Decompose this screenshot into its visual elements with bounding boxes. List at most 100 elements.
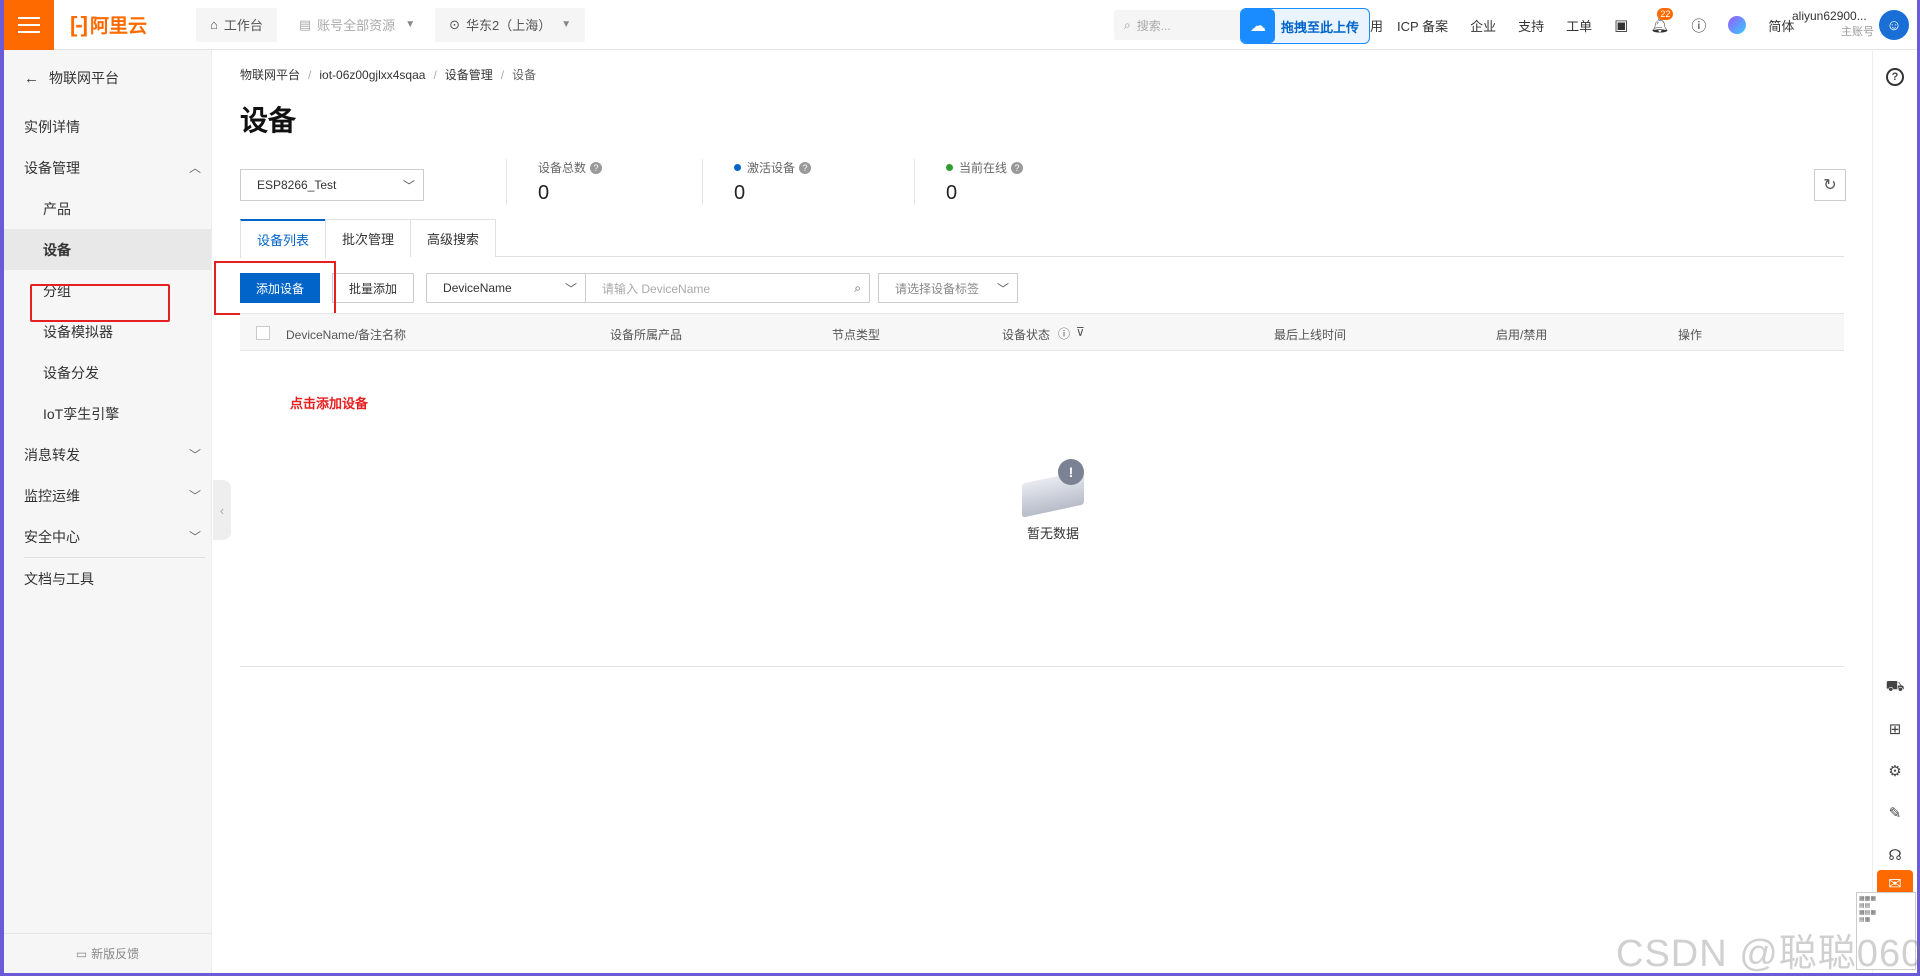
stat-activated: 激活设备? 0	[702, 159, 812, 207]
annotation-click-add: 点击添加设备	[290, 396, 369, 411]
stats-row: ESP8266_Test ﹀ 设备总数? 0 激活设备? 0 当前在线? 0 ↻	[240, 159, 1846, 219]
account-info[interactable]: aliyun62900... 主账号	[1792, 8, 1874, 40]
filter-icon[interactable]: ⊽	[1076, 325, 1085, 339]
sidebar-item-twin-engine[interactable]: IoT孪生引擎	[4, 393, 211, 434]
highlight-box-add-device	[214, 261, 336, 315]
headset-icon[interactable]: ☊	[1885, 846, 1905, 864]
sidebar-item-distribution[interactable]: 设备分发	[4, 352, 211, 393]
sidebar-item-security[interactable]: 安全中心 ﹀	[4, 516, 211, 557]
stat-total: 设备总数? 0	[506, 159, 603, 207]
page-title: 设备	[240, 105, 297, 136]
table-body: 点击添加设备 ! 暂无数据	[240, 351, 1844, 667]
empty-box-icon: !	[1018, 459, 1088, 518]
workbench-button[interactable]: ⌂ 工作台	[196, 7, 277, 42]
select-all-checkbox[interactable]	[256, 326, 270, 340]
sidebar-item-device[interactable]: 设备	[4, 229, 211, 270]
refresh-button[interactable]: ↻	[1814, 169, 1846, 201]
chevron-down-icon: ▼	[561, 19, 572, 30]
region-selector[interactable]: ⊙ 华东2（上海） ▼	[435, 7, 586, 42]
chevron-down-icon: ﹀	[188, 489, 201, 503]
device-toolbar: 添加设备 批量添加 DeviceName ﹀ 请输入 DeviceName ⌕ …	[214, 261, 1844, 315]
edit-icon[interactable]: ✎	[1885, 804, 1905, 822]
chevron-down-icon: ﹀	[402, 178, 415, 193]
column-header: 操作	[1678, 328, 1703, 342]
question-icon[interactable]: ?	[799, 161, 812, 174]
right-rail: ? ⛟ ⊞ ⚙ ✎ ☊ ✉	[1872, 50, 1917, 973]
link-icp[interactable]: ICP 备案	[1397, 16, 1448, 35]
breadcrumb-item[interactable]: iot-06z00gjlxx4sqaa	[319, 68, 425, 82]
link-support[interactable]: 支持	[1518, 16, 1544, 35]
chevron-down-icon: ▼	[405, 19, 416, 30]
watermark: CSDN @聪聪0606	[1616, 933, 1920, 975]
status-dot-icon	[946, 164, 953, 171]
sidebar-item-monitoring[interactable]: 监控运维 ﹀	[4, 475, 211, 516]
main-content: 物联网平台 / iot-06z00gjlxx4sqaa / 设备管理 / 设备 设备 …	[214, 50, 1846, 667]
sidebar-item-docs-tools[interactable]: 文档与工具	[4, 558, 211, 599]
refresh-icon: ↻	[1823, 177, 1837, 194]
search-input[interactable]: ⌕ 搜索...	[1114, 10, 1244, 40]
terminal-icon[interactable]: ▣	[1614, 16, 1628, 34]
logo-mark: [-]	[70, 11, 88, 37]
status-dot-icon	[734, 164, 741, 171]
drag-upload-button[interactable]: ☁ 拖拽至此上传	[1240, 8, 1370, 44]
ai-assistant-icon[interactable]	[1728, 16, 1747, 34]
highlight-box-device	[30, 284, 170, 322]
help-icon[interactable]: ⓘ	[1691, 15, 1706, 36]
question-icon[interactable]: ⓘ	[1058, 325, 1070, 342]
arrow-left-icon: ←	[24, 69, 39, 87]
batch-add-button[interactable]: 批量添加	[332, 273, 415, 303]
list-icon: ▤	[298, 16, 312, 32]
tab-advanced-search[interactable]: 高级搜索	[410, 219, 497, 257]
sidebar-item-device-management[interactable]: 设备管理 ︿	[4, 147, 211, 188]
chevron-down-icon: ﹀	[997, 281, 1010, 296]
column-header: DeviceName/备注名称	[286, 328, 407, 342]
filter-field-select[interactable]: DeviceName ﹀	[426, 273, 587, 303]
cloud-upload-icon: ☁	[1241, 9, 1275, 43]
device-name-search-input[interactable]: 请输入 DeviceName ⌕	[586, 273, 871, 303]
sidebar: ← 物联网平台 实例详情 设备管理 ︿ 产品 设备 分组 设备模拟器 设备分发 I…	[4, 50, 212, 973]
breadcrumb-current: 设备	[512, 68, 537, 82]
top-links: 用 ICP 备案 企业 支持 工单 ▣ 🔔︎ 22 ⓘ 简体	[1370, 0, 1816, 50]
chevron-down-icon: ﹀	[565, 281, 578, 296]
chevron-up-icon: ︿	[188, 161, 201, 175]
chevron-down-icon: ﹀	[188, 530, 201, 544]
tab-batch-management[interactable]: 批次管理	[325, 219, 412, 257]
gear-icon[interactable]: ⚙	[1885, 762, 1905, 780]
user-avatar-icon[interactable]: ☺	[1879, 10, 1909, 40]
sidebar-item-instance-detail[interactable]: 实例详情	[4, 106, 211, 147]
home-icon: ⌂	[210, 17, 218, 32]
column-header: 最后上线时间	[1274, 328, 1347, 342]
breadcrumb-item[interactable]: 物联网平台	[240, 66, 300, 83]
column-header: 设备状态	[1002, 328, 1051, 342]
help-icon[interactable]: ?	[1886, 68, 1904, 86]
tab-device-list[interactable]: 设备列表	[240, 219, 327, 258]
empty-state: ! 暂无数据	[1008, 459, 1098, 542]
device-filter: DeviceName ﹀ 请输入 DeviceName ⌕	[426, 273, 871, 303]
sidebar-collapse-handle[interactable]: ‹	[213, 480, 231, 540]
language-switch[interactable]: 简体	[1768, 16, 1794, 35]
question-icon[interactable]: ?	[1011, 161, 1024, 174]
tool-icon[interactable]: ⊞	[1885, 720, 1905, 738]
back-to-iot-platform[interactable]: ← 物联网平台	[4, 50, 211, 106]
bell-icon[interactable]: 🔔︎ 22	[1650, 8, 1674, 34]
breadcrumb-item[interactable]: 设备管理	[445, 66, 493, 83]
link-ticket[interactable]: 工单	[1566, 16, 1592, 35]
product-select[interactable]: ESP8266_Test ﹀	[240, 169, 424, 201]
question-icon[interactable]: ?	[590, 161, 603, 174]
sidebar-item-message-forwarding[interactable]: 消息转发 ﹀	[4, 434, 211, 475]
aliyun-logo[interactable]: [-] 阿里云	[70, 11, 170, 38]
link-fee[interactable]: 用	[1370, 16, 1383, 35]
feedback-icon: ▭	[75, 946, 88, 961]
search-icon: ⌕	[1124, 17, 1131, 32]
search-icon[interactable]: ⌕	[854, 281, 861, 296]
cart-icon[interactable]: ⛟	[1885, 678, 1905, 697]
notification-badge: 22	[1657, 8, 1674, 20]
sidebar-item-product[interactable]: 产品	[4, 188, 211, 229]
resource-selector[interactable]: ▤ 账号全部资源 ▼	[284, 7, 430, 42]
link-enterprise[interactable]: 企业	[1470, 16, 1496, 35]
logo-text: 阿里云	[89, 16, 147, 37]
feedback-link[interactable]: ▭ 新版反馈	[4, 933, 211, 973]
column-header: 设备所属产品	[610, 328, 683, 342]
device-tag-select[interactable]: 请选择设备标签 ﹀	[878, 273, 1019, 303]
menu-icon[interactable]	[4, 0, 54, 50]
